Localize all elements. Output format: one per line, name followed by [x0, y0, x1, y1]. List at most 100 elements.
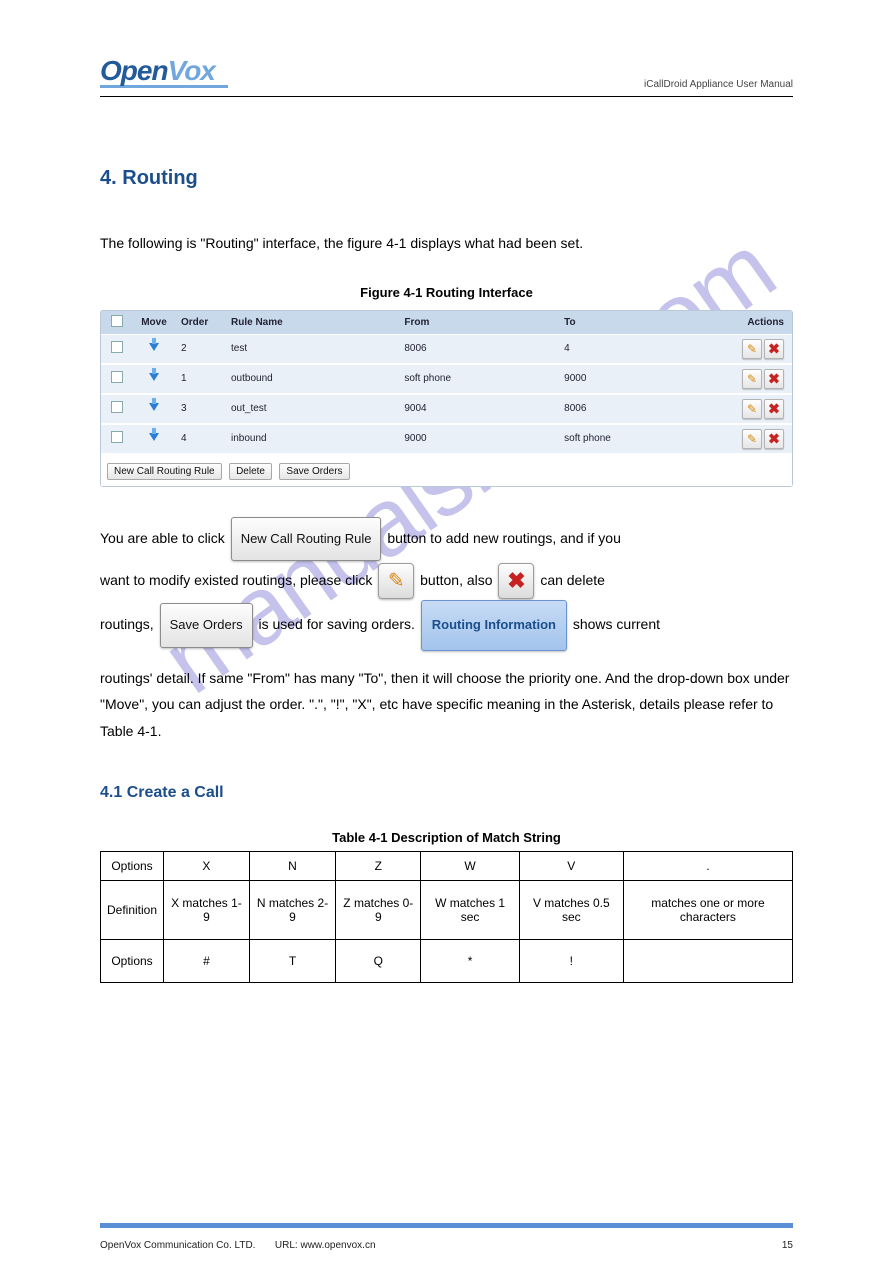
delete-button[interactable]: ✖: [498, 563, 534, 599]
paragraph-2: routings' detail. If same "From" has man…: [100, 665, 793, 745]
page-header: OpenVox iCallDroid Appliance User Manual: [100, 55, 793, 97]
header-product-line: iCallDroid Appliance User Manual: [644, 79, 793, 94]
routing-information-button[interactable]: Routing Information: [421, 600, 567, 650]
cell-order: 1: [175, 364, 225, 394]
cell: *: [421, 940, 519, 983]
checkbox-icon[interactable]: [111, 341, 123, 353]
text: can delete: [540, 572, 605, 588]
checkbox-icon[interactable]: [111, 401, 123, 413]
text: is used for saving orders.: [258, 616, 418, 632]
subsection-title: Create a Call: [127, 784, 224, 801]
text: want to modify existed routings, please …: [100, 572, 376, 588]
pencil-icon: ✎: [747, 402, 757, 416]
cell: T: [249, 940, 335, 983]
save-orders-button[interactable]: Save Orders: [279, 463, 349, 480]
edit-button[interactable]: ✎: [742, 369, 762, 389]
delete-button[interactable]: ✖: [764, 369, 784, 389]
cell-to: 8006: [558, 394, 718, 424]
cell: Options: [101, 940, 164, 983]
cell: N matches 2-9: [249, 881, 335, 940]
text: routings,: [100, 616, 158, 632]
logo-text-2: Vox: [168, 55, 215, 87]
new-call-routing-rule-button[interactable]: New Call Routing Rule: [107, 463, 222, 480]
pencil-icon: ✎: [747, 432, 757, 446]
routing-table-header: Move Order Rule Name From To Actions: [101, 311, 792, 335]
paragraph-with-buttons: You are able to click New Call Routing R…: [100, 517, 793, 651]
table-row: 1 outbound soft phone 9000 ✎✖: [101, 364, 792, 394]
intro-paragraph: The following is "Routing" interface, th…: [100, 230, 793, 257]
logo-block: OpenVox: [100, 55, 228, 94]
cell: V matches 0.5 sec: [519, 881, 623, 940]
cell-rule: test: [225, 334, 398, 364]
cell: Definition: [101, 881, 164, 940]
openvox-logo: OpenVox: [100, 55, 228, 87]
checkbox-icon[interactable]: [111, 371, 123, 383]
cell-from: 9000: [398, 424, 558, 454]
delete-button[interactable]: ✖: [764, 429, 784, 449]
cell: V: [519, 852, 623, 881]
cell-rule: inbound: [225, 424, 398, 454]
cell: #: [164, 940, 250, 983]
checkbox-icon[interactable]: [111, 315, 123, 327]
routing-table: Move Order Rule Name From To Actions 2 t…: [101, 311, 792, 455]
edit-button[interactable]: ✎: [742, 429, 762, 449]
footer-company-name: OpenVox Communication Co. LTD.: [100, 1240, 255, 1251]
text: button, also: [420, 572, 496, 588]
table-row: 4 inbound 9000 soft phone ✎✖: [101, 424, 792, 454]
pencil-icon: ✎: [747, 372, 757, 386]
table-row: 3 out_test 9004 8006 ✎ ✖: [101, 394, 792, 424]
screenshot-footer-buttons: New Call Routing Rule Delete Save Orders: [101, 455, 792, 486]
move-down-icon[interactable]: [149, 403, 159, 411]
col-rule-name: Rule Name: [225, 311, 398, 335]
subsection-number: 4.1: [100, 784, 127, 801]
footer-company: OpenVox Communication Co. LTD. URL: www.…: [100, 1240, 376, 1251]
edit-button[interactable]: ✎: [742, 339, 762, 359]
move-down-icon[interactable]: [149, 433, 159, 441]
col-move: Move: [133, 311, 175, 335]
delete-button[interactable]: ✖: [764, 339, 784, 359]
match-table-row-3: Options # T Q * !: [101, 940, 793, 983]
text: You are able to click: [100, 530, 229, 546]
cell-to: 9000: [558, 364, 718, 394]
cell-order: 3: [175, 394, 225, 424]
section-title: Routing: [122, 167, 198, 189]
delete-button[interactable]: Delete: [229, 463, 272, 480]
cell-from: 9004: [398, 394, 558, 424]
new-call-routing-rule-button[interactable]: New Call Routing Rule: [231, 517, 382, 561]
x-icon: ✖: [768, 370, 780, 387]
x-icon: ✖: [768, 430, 780, 447]
table-row: 2 test 8006 4 ✎✖: [101, 334, 792, 364]
routing-screenshot: Move Order Rule Name From To Actions 2 t…: [100, 310, 793, 487]
footer-bar: [100, 1223, 793, 1228]
cell-from: soft phone: [398, 364, 558, 394]
delete-button[interactable]: ✖: [764, 399, 784, 419]
move-down-icon[interactable]: [149, 343, 159, 351]
x-icon: ✖: [768, 340, 780, 357]
subsection-heading: 4.1 Create a Call: [100, 784, 793, 802]
cell: Z: [336, 852, 421, 881]
edit-button[interactable]: ✎: [742, 399, 762, 419]
pencil-icon: ✎: [747, 342, 757, 356]
cell: .: [623, 852, 792, 881]
cell: W: [421, 852, 519, 881]
checkbox-icon[interactable]: [111, 431, 123, 443]
cell-from: 8006: [398, 334, 558, 364]
cell-rule: out_test: [225, 394, 398, 424]
move-down-icon[interactable]: [149, 373, 159, 381]
table-caption: Table 4-1 Description of Match String: [100, 830, 793, 845]
footer-page-number: 15: [782, 1240, 793, 1251]
pencil-icon: ✎: [388, 553, 405, 609]
save-orders-button[interactable]: Save Orders: [160, 603, 253, 647]
edit-button[interactable]: ✎: [378, 563, 414, 599]
col-to: To: [558, 311, 718, 335]
section-heading: 4. Routing: [100, 167, 793, 190]
cell-to: soft phone: [558, 424, 718, 454]
footer-url: URL: www.openvox.cn: [275, 1240, 376, 1251]
cell: [623, 940, 792, 983]
match-table-row-1: Options X N Z W V .: [101, 852, 793, 881]
cell: Options: [101, 852, 164, 881]
text: shows current: [573, 616, 660, 632]
text: button to add new routings, and if you: [387, 530, 621, 546]
cell: X: [164, 852, 250, 881]
cell-order: 2: [175, 334, 225, 364]
